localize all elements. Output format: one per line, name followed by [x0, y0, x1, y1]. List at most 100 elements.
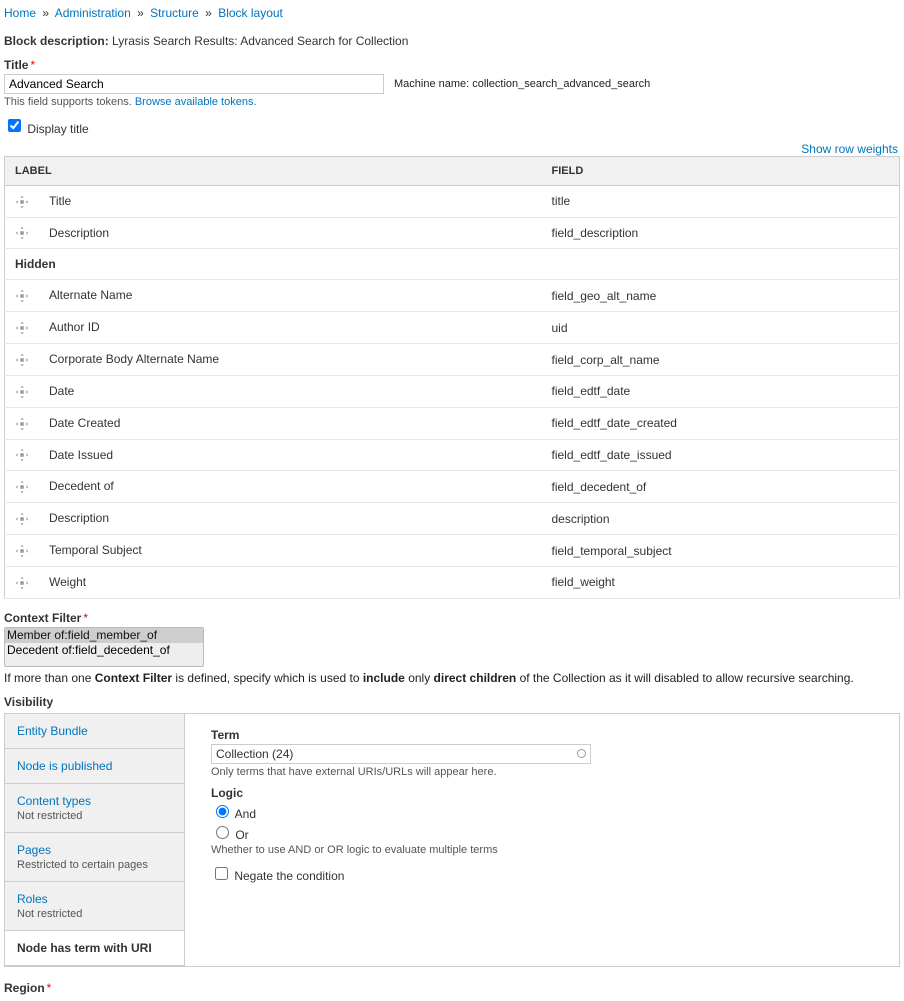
field-label-cell: Title — [35, 194, 71, 208]
display-title-label: Display title — [27, 122, 88, 136]
logic-or-radio[interactable] — [216, 826, 229, 839]
visibility-tab[interactable]: Pages Restricted to certain pages — [5, 833, 184, 882]
field-label-cell: Date — [35, 384, 74, 398]
context-filter-label: Context Filter* — [4, 611, 900, 625]
drag-handle-icon[interactable] — [15, 480, 29, 494]
visibility-label: Visibility — [4, 695, 900, 709]
table-row: Date Issued field_edtf_date_issued — [5, 439, 900, 471]
tab-title: Roles — [17, 892, 172, 906]
drag-handle-icon[interactable] — [15, 448, 29, 462]
block-description-label: Block description: — [4, 34, 109, 48]
term-help: Only terms that have external URIs/URLs … — [211, 766, 873, 778]
tab-subtitle: Not restricted — [17, 810, 172, 822]
context-filter-select[interactable]: Member of:field_member_ofDecedent of:fie… — [4, 627, 204, 667]
section-hidden-row: Hidden — [5, 249, 900, 280]
title-label: Title* — [4, 58, 900, 72]
breadcrumb-admin[interactable]: Administration — [55, 6, 131, 20]
field-machine-cell: field_edtf_date — [542, 375, 900, 407]
drag-handle-icon[interactable] — [15, 544, 29, 558]
drag-handle-icon[interactable] — [15, 576, 29, 590]
table-row: Alternate Namefield_geo_alt_name — [5, 280, 900, 312]
breadcrumb-block-layout[interactable]: Block layout — [218, 6, 283, 20]
logic-help: Whether to use AND or OR logic to evalua… — [211, 844, 873, 856]
th-label: LABEL — [5, 156, 542, 185]
breadcrumb-sep: » — [202, 6, 215, 20]
field-machine-cell: field_edtf_date_created — [542, 407, 900, 439]
field-label-cell: Temporal Subject — [35, 543, 142, 557]
table-row: Date field_edtf_date — [5, 375, 900, 407]
breadcrumb-sep: » — [39, 6, 52, 20]
drag-handle-icon[interactable] — [15, 321, 29, 335]
context-filter-help: If more than one Context Filter is defin… — [4, 671, 900, 685]
machine-name: Machine name: collection_search_advanced… — [392, 78, 650, 90]
breadcrumb: Home » Administration » Structure » Bloc… — [4, 4, 900, 26]
drag-handle-icon[interactable] — [15, 353, 29, 367]
table-row: Corporate Body Alternate Name field_corp_… — [5, 344, 900, 376]
field-machine-cell: uid — [542, 312, 900, 344]
drag-handle-icon[interactable] — [15, 195, 29, 209]
visibility-tab[interactable]: Node is published — [5, 749, 184, 784]
visibility-tab[interactable]: Content types Not restricted — [5, 784, 184, 833]
spinner-icon — [577, 749, 586, 758]
table-row: Description description — [5, 503, 900, 535]
field-machine-cell: field_edtf_date_issued — [542, 439, 900, 471]
table-row: Decedent of field_decedent_of — [5, 471, 900, 503]
tab-subtitle: Restricted to certain pages — [17, 859, 172, 871]
tab-title: Node is published — [17, 759, 172, 773]
tab-title: Node has term with URI — [17, 941, 172, 955]
fields-table: LABEL FIELD Title title Description field_d… — [4, 156, 900, 599]
drag-handle-icon[interactable] — [15, 385, 29, 399]
field-machine-cell: field_corp_alt_name — [542, 344, 900, 376]
visibility-tab[interactable]: Entity Bundle — [5, 714, 184, 749]
block-description: Block description: Lyrasis Search Result… — [4, 34, 900, 48]
field-label-cell: Corporate Body Alternate Name — [35, 352, 219, 366]
tab-title: Pages — [17, 843, 172, 857]
tab-title: Content types — [17, 794, 172, 808]
th-field: FIELD — [542, 156, 900, 185]
browse-tokens-link[interactable]: Browse available tokens. — [135, 96, 257, 108]
tab-title: Entity Bundle — [17, 724, 172, 738]
field-machine-cell: field_temporal_subject — [542, 535, 900, 567]
field-label-cell: Date Created — [35, 416, 120, 430]
logic-label: Logic — [211, 786, 873, 800]
block-description-value: Lyrasis Search Results: Advanced Search … — [112, 34, 408, 48]
title-helptext: This field supports tokens. Browse avail… — [4, 96, 900, 108]
logic-or-label: Or — [235, 828, 248, 842]
drag-handle-icon[interactable] — [15, 226, 29, 240]
title-input[interactable] — [4, 74, 384, 94]
field-machine-cell: field_decedent_of — [542, 471, 900, 503]
display-title-checkbox[interactable] — [8, 119, 21, 132]
field-label-cell: Decedent of — [35, 479, 114, 493]
field-label-cell: Description — [35, 511, 109, 525]
table-row: Description field_description — [5, 217, 900, 249]
table-row: Date Created field_edtf_date_created — [5, 407, 900, 439]
breadcrumb-structure[interactable]: Structure — [150, 6, 199, 20]
breadcrumb-home[interactable]: Home — [4, 6, 36, 20]
visibility-tab[interactable]: Roles Not restricted — [5, 882, 184, 931]
table-row: Author ID uid — [5, 312, 900, 344]
breadcrumb-sep: » — [134, 6, 147, 20]
visibility-tabs: Entity Bundle Node is published Content ty… — [4, 713, 900, 967]
field-machine-cell: field_weight — [542, 566, 900, 598]
field-label-cell: Description — [35, 226, 109, 240]
drag-handle-icon[interactable] — [15, 512, 29, 526]
region-label: Region* — [4, 981, 900, 995]
visibility-panel: Term Collection (24) Only terms that hav… — [185, 714, 899, 966]
visibility-tab[interactable]: Node has term with URI — [5, 931, 184, 966]
field-machine-cell: description — [542, 503, 900, 535]
field-machine-cell: title — [542, 185, 900, 217]
logic-and-radio[interactable] — [216, 805, 229, 818]
drag-handle-icon[interactable] — [15, 417, 29, 431]
field-label-cell: Author ID — [35, 320, 100, 334]
drag-handle-icon[interactable] — [15, 289, 29, 303]
field-machine-cell: field_description — [542, 217, 900, 249]
field-label-cell: Date Issued — [35, 448, 113, 462]
show-row-weights-link[interactable]: Show row weights — [801, 142, 898, 156]
negate-checkbox[interactable] — [215, 867, 228, 880]
term-select[interactable]: Collection (24) — [211, 744, 591, 764]
table-row: Temporal Subject field_temporal_subject — [5, 535, 900, 567]
term-label: Term — [211, 728, 873, 742]
table-row: Title title — [5, 185, 900, 217]
field-label-cell: Alternate Name — [35, 288, 132, 302]
tab-subtitle: Not restricted — [17, 908, 172, 920]
